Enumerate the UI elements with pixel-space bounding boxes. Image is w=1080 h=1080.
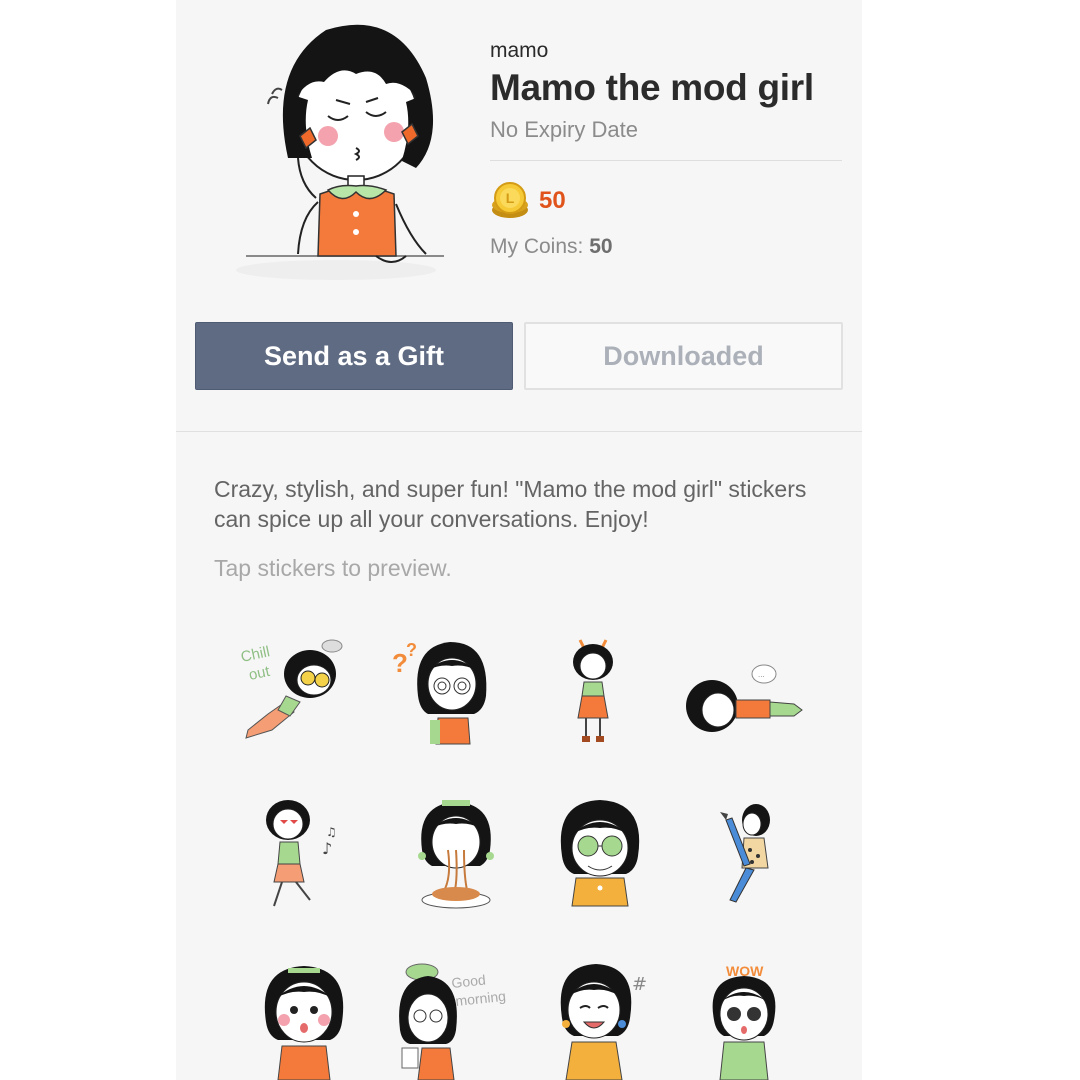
sticker-laughing[interactable]: # <box>532 950 662 1080</box>
svg-text:♪: ♪ <box>322 839 332 858</box>
pack-info: mamo Mamo the mod girl No Expiry Date L … <box>490 38 842 259</box>
sticker-standing[interactable] <box>528 626 658 756</box>
sticker-detail-panel: mamo Mamo the mod girl No Expiry Date L … <box>176 0 862 1080</box>
sticker-eating-noodles[interactable] <box>392 790 522 920</box>
svg-text:L: L <box>506 190 515 206</box>
author-name[interactable]: mamo <box>490 38 842 64</box>
price-value: 50 <box>539 187 566 214</box>
sticker-surprised[interactable] <box>240 950 370 1080</box>
my-coins-label: My Coins: <box>490 235 584 258</box>
sticker-lying-down[interactable]: ... <box>678 626 808 756</box>
coin-icon: L <box>492 182 528 218</box>
svg-text:?: ? <box>406 640 417 660</box>
svg-text:...: ... <box>758 670 765 679</box>
downloaded-button[interactable]: Downloaded <box>524 322 843 390</box>
main-sticker-image <box>216 8 446 288</box>
pack-description: Crazy, stylish, and super fun! "Mamo the… <box>214 476 807 532</box>
sticker-sunglasses[interactable] <box>536 790 666 920</box>
info-divider <box>490 160 842 161</box>
sticker-good-morning[interactable]: Good morning <box>388 950 518 1080</box>
sticker-dancing[interactable]: ♪ ♫ <box>238 790 368 920</box>
section-divider <box>176 431 862 432</box>
sticker-confused[interactable]: ? ? <box>388 626 518 756</box>
my-coins: My Coins: 50 <box>490 235 842 259</box>
sticker-high-kick[interactable] <box>684 790 814 920</box>
price-row: L 50 <box>490 179 842 223</box>
sticker-chill-out[interactable]: Chill out <box>228 626 358 756</box>
sticker-good-text: Good <box>451 971 487 990</box>
svg-text:#: # <box>632 974 647 995</box>
svg-text:♫: ♫ <box>326 825 337 839</box>
expiry-text: No Expiry Date <box>490 117 638 142</box>
sticker-morning-text: morning <box>455 988 507 1009</box>
sticker-wow[interactable]: WOW <box>680 950 810 1080</box>
sticker-out-text: out <box>247 663 272 684</box>
preview-hint: Tap stickers to preview. <box>214 555 452 581</box>
my-coins-value: 50 <box>589 235 613 258</box>
pack-title: Mamo the mod girl <box>490 67 814 108</box>
send-as-gift-button[interactable]: Send as a Gift <box>195 322 513 390</box>
